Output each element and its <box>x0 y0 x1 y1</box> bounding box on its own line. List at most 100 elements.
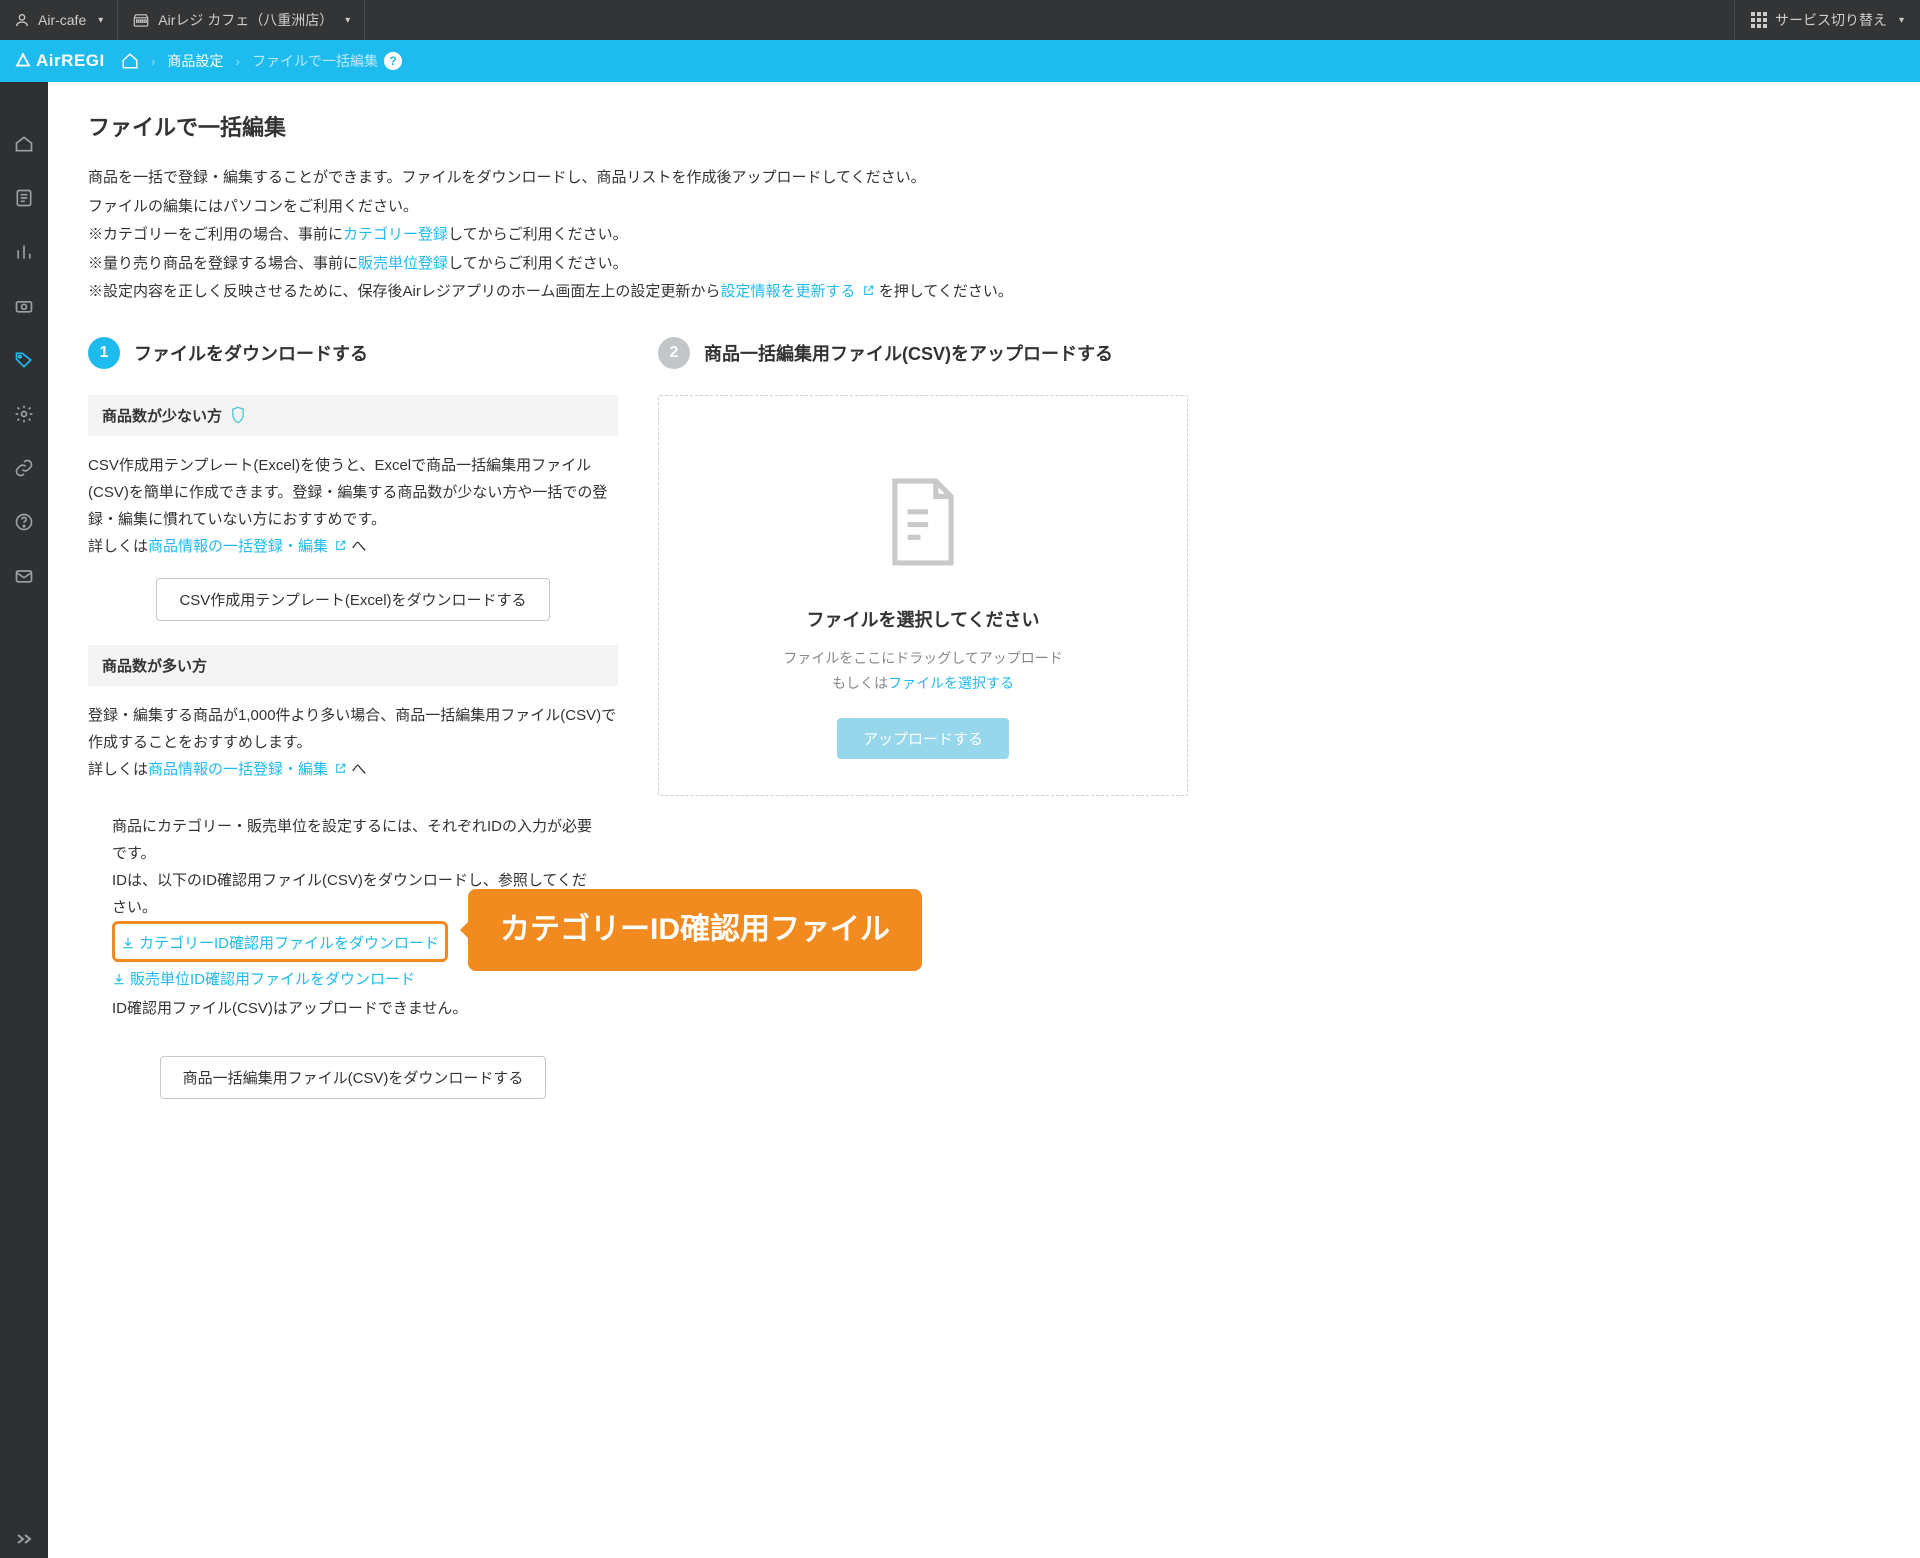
step2-column: 2 商品一括編集用ファイル(CSV)をアップロードする ファイルを選択してくださ… <box>658 337 1188 1108</box>
many-detail: 詳しくは商品情報の一括登録・編集 へ <box>88 756 618 783</box>
intro-l5a: ※設定内容を正しく反映させるために、保存後Airレジアプリのホーム画面左上の設定… <box>88 283 720 300</box>
many-section-body: 登録・編集する商品が1,000件より多い場合、商品一括編集用ファイル(CSV)で… <box>88 702 618 1100</box>
help-icon[interactable]: ? <box>384 52 402 70</box>
intro-line2: ファイルの編集にはパソコンをご利用ください。 <box>88 193 1188 222</box>
store-label: Airレジ カフェ（八重洲店） <box>158 10 333 30</box>
sidebar-home[interactable] <box>12 132 36 156</box>
dropzone-subtitle: ファイルをここにドラッグしてアップロード もしくはファイルを選択する <box>689 646 1157 696</box>
store-menu[interactable]: Airレジ カフェ（八重洲店） ▾ <box>118 0 365 40</box>
step2-title: 商品一括編集用ファイル(CSV)をアップロードする <box>704 340 1113 366</box>
few-detail-pre: 詳しくは <box>88 538 148 555</box>
download-icon <box>112 972 126 986</box>
many-body-text: 登録・編集する商品が1,000件より多い場合、商品一括編集用ファイル(CSV)で… <box>88 702 618 756</box>
few-section-label: 商品数が少ない方 <box>88 395 618 436</box>
category-register-link[interactable]: カテゴリー登録 <box>343 226 448 243</box>
topbar: Air-cafe ▾ Airレジ カフェ（八重洲店） ▾ サービス切り替え ▾ <box>0 0 1920 40</box>
logo-text: AirREGI <box>36 51 105 71</box>
many-detail-pre: 詳しくは <box>88 761 148 778</box>
intro-line5: ※設定内容を正しく反映させるために、保存後Airレジアプリのホーム画面左上の設定… <box>88 278 1188 307</box>
intro-l4b: してからご利用ください。 <box>448 255 628 272</box>
page-title: ファイルで一括編集 <box>88 110 1188 142</box>
download-unit-id-link[interactable]: 販売単位ID確認用ファイルをダウンロード <box>112 966 415 993</box>
upload-button[interactable]: アップロードする <box>837 718 1009 759</box>
few-body-text: CSV作成用テンプレート(Excel)を使うと、Excelで商品一括編集用ファイ… <box>88 452 618 533</box>
upload-dropzone[interactable]: ファイルを選択してください ファイルをここにドラッグしてアップロード もしくはフ… <box>658 395 1188 796</box>
few-detail-link[interactable]: 商品情報の一括登録・編集 <box>148 538 347 555</box>
note3: ID確認用ファイル(CSV)はアップロードできません。 <box>112 995 594 1022</box>
breadcrumb: › 商品設定 › ファイルで一括編集 ? <box>121 51 402 71</box>
many-detail-link-text: 商品情報の一括登録・編集 <box>148 761 328 778</box>
link-cat-text: カテゴリーID確認用ファイルをダウンロード <box>139 930 439 957</box>
many-label-text: 商品数が多い方 <box>102 655 207 676</box>
note1: 商品にカテゴリー・販売単位を設定するには、それぞれIDの入力が必要です。 <box>112 813 594 867</box>
service-switch[interactable]: サービス切り替え ▾ <box>1734 0 1920 40</box>
few-detail: 詳しくは商品情報の一括登録・編集 へ <box>88 533 618 560</box>
service-switch-label: サービス切り替え <box>1775 10 1887 30</box>
sidebar-tag[interactable] <box>12 348 36 372</box>
download-icon <box>121 936 135 950</box>
user-label: Air-cafe <box>38 12 86 28</box>
download-category-id-link[interactable]: カテゴリーID確認用ファイルをダウンロード <box>121 930 439 957</box>
sidebar-mail[interactable] <box>12 564 36 588</box>
few-label-text: 商品数が少ない方 <box>102 405 222 426</box>
breadcrumb-current: ファイルで一括編集 ? <box>252 51 402 71</box>
step1-head: 1 ファイルをダウンロードする <box>88 337 618 369</box>
external-link-icon <box>334 762 347 775</box>
step2-head: 2 商品一括編集用ファイル(CSV)をアップロードする <box>658 337 1188 369</box>
sidebar-help[interactable] <box>12 510 36 534</box>
download-csv-button[interactable]: 商品一括編集用ファイル(CSV)をダウンロードする <box>160 1056 547 1099</box>
breadcrumb-product[interactable]: 商品設定 <box>167 51 223 71</box>
user-icon <box>14 12 30 28</box>
sidebar-settings[interactable] <box>12 402 36 426</box>
callout-tag: カテゴリーID確認用ファイル <box>468 889 922 971</box>
intro-line4: ※量り売り商品を登録する場合、事前に販売単位登録してからご利用ください。 <box>88 250 1188 279</box>
step2-number: 2 <box>658 337 690 369</box>
update-settings-link[interactable]: 設定情報を更新する <box>720 283 874 300</box>
user-menu[interactable]: Air-cafe ▾ <box>0 0 118 40</box>
logo[interactable]: AirREGI <box>14 51 105 71</box>
many-detail-link[interactable]: 商品情報の一括登録・編集 <box>148 761 347 778</box>
step1-column: 1 ファイルをダウンロードする 商品数が少ない方 CSV作成用テンプレート(Ex… <box>88 337 618 1108</box>
few-section-body: CSV作成用テンプレート(Excel)を使うと、Excelで商品一括編集用ファイ… <box>88 452 618 621</box>
sidebar-link[interactable] <box>12 456 36 480</box>
intro: 商品を一括で登録・編集することができます。ファイルをダウンロードし、商品リストを… <box>88 164 1188 307</box>
intro-line3: ※カテゴリーをご利用の場合、事前にカテゴリー登録してからご利用ください。 <box>88 221 1188 250</box>
id-note-box: 商品にカテゴリー・販売単位を設定するには、それぞれIDの入力が必要です。 IDは… <box>88 797 618 1039</box>
link-unit-text: 販売単位ID確認用ファイルをダウンロード <box>130 966 415 993</box>
intro-l4a: ※量り売り商品を登録する場合、事前に <box>88 255 358 272</box>
main-content: ファイルで一括編集 商品を一括で登録・編集することができます。ファイルをダウンロ… <box>48 82 1228 1558</box>
logo-icon <box>14 52 32 70</box>
intro-l5b: を押してください。 <box>879 283 1013 300</box>
callout-text: カテゴリーID確認用ファイル <box>500 903 890 957</box>
sidebar-camera[interactable] <box>12 294 36 318</box>
intro-l3b: してからご利用ください。 <box>448 226 628 243</box>
intro-l5link: 設定情報を更新する <box>720 283 855 300</box>
unit-register-link[interactable]: 販売単位登録 <box>358 255 448 272</box>
breadcrumb-current-text: ファイルで一括編集 <box>252 51 378 71</box>
file-select-link[interactable]: ファイルを選択する <box>888 675 1014 691</box>
intro-line1: 商品を一括で登録・編集することができます。ファイルをダウンロードし、商品リストを… <box>88 164 1188 193</box>
home-icon[interactable] <box>121 52 139 70</box>
chevron-down-icon: ▾ <box>345 15 350 26</box>
dz-sub1: ファイルをここにドラッグしてアップロード <box>783 650 1063 666</box>
highlighted-category-link: カテゴリーID確認用ファイルをダウンロード <box>112 921 448 962</box>
dropzone-title: ファイルを選択してください <box>689 606 1157 632</box>
sidebar-expand[interactable] <box>14 1532 34 1546</box>
dz-sub2a: もしくは <box>832 675 888 691</box>
step1-number: 1 <box>88 337 120 369</box>
few-detail-link-text: 商品情報の一括登録・編集 <box>148 538 328 555</box>
many-detail-post: へ <box>351 761 366 778</box>
few-detail-post: へ <box>351 538 366 555</box>
download-template-button[interactable]: CSV作成用テンプレート(Excel)をダウンロードする <box>156 578 549 621</box>
step1-title: ファイルをダウンロードする <box>134 340 368 366</box>
sidebar-analytics[interactable] <box>12 240 36 264</box>
external-link-icon <box>334 539 347 552</box>
many-section-label: 商品数が多い方 <box>88 645 618 686</box>
sidebar-report[interactable] <box>12 186 36 210</box>
intro-l3a: ※カテゴリーをご利用の場合、事前に <box>88 226 343 243</box>
file-icon <box>884 476 962 568</box>
breadcrumb-sep: › <box>235 53 240 69</box>
external-link-icon <box>862 284 875 297</box>
grid-icon <box>1751 12 1767 28</box>
chevron-down-icon: ▾ <box>1899 15 1904 26</box>
